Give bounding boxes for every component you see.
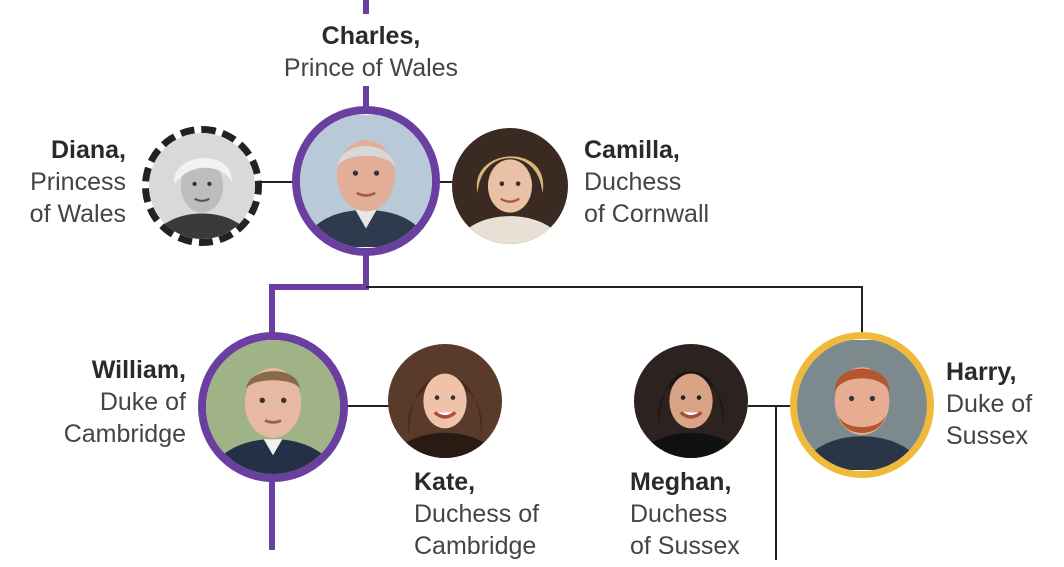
harry-title-line-1: Duke of [946, 390, 1033, 418]
diana-label: Diana, Princess of Wales [0, 134, 126, 230]
meghan-title-line-1: Duchess [630, 500, 728, 528]
diana-title-line-1: Princess [30, 168, 126, 196]
charles-portrait [292, 106, 440, 256]
kate-face-icon [388, 344, 502, 458]
charles-label: Charles, Prince of Wales [262, 20, 480, 84]
kate-portrait [388, 344, 502, 458]
diana-title-line-2: of Wales [29, 200, 126, 228]
charles-name: Charles, [321, 22, 421, 50]
harry-label: Harry, Duke of Sussex [946, 356, 1032, 452]
william-label: William, Duke of Cambridge [40, 354, 186, 450]
kate-name: Kate, [414, 468, 476, 496]
charles-face-icon [300, 115, 432, 247]
harry-title-line-2: Sussex [946, 422, 1028, 450]
diana-name: Diana, [50, 136, 126, 164]
kate-label: Kate, Duchess of Cambridge [414, 466, 539, 562]
lineage-line-charles-to-william [269, 254, 369, 334]
harry-portrait [790, 332, 934, 478]
camilla-title-line-2: of Cornwall [584, 200, 710, 228]
kate-title-line-2: Cambridge [414, 532, 537, 560]
camilla-label: Camilla, Duchess of Cornwall [584, 134, 709, 230]
harry-face-icon [797, 340, 927, 470]
kate-title-line-1: Duchess of [414, 500, 540, 528]
william-face-icon [206, 340, 340, 474]
camilla-name: Camilla, [584, 136, 680, 164]
meghan-label: Meghan, Duchess of Sussex [630, 466, 740, 562]
meghan-title-line-2: of Sussex [630, 532, 740, 560]
charles-title-line-1: Prince of Wales [283, 54, 459, 82]
william-title-line-1: Duke of [99, 388, 186, 416]
connector-to-harry [366, 286, 863, 334]
diana-portrait [142, 126, 262, 246]
harry-name: Harry, [946, 358, 1017, 386]
camilla-face-icon [452, 128, 568, 244]
meghan-face-icon [634, 344, 748, 458]
diana-face-icon [149, 133, 255, 239]
william-name: William, [91, 356, 186, 384]
camilla-title-line-1: Duchess [584, 168, 682, 196]
william-portrait [198, 332, 348, 482]
meghan-name: Meghan, [630, 468, 732, 496]
camilla-portrait [452, 128, 568, 244]
meghan-portrait [634, 344, 748, 458]
william-title-line-2: Cambridge [63, 420, 186, 448]
